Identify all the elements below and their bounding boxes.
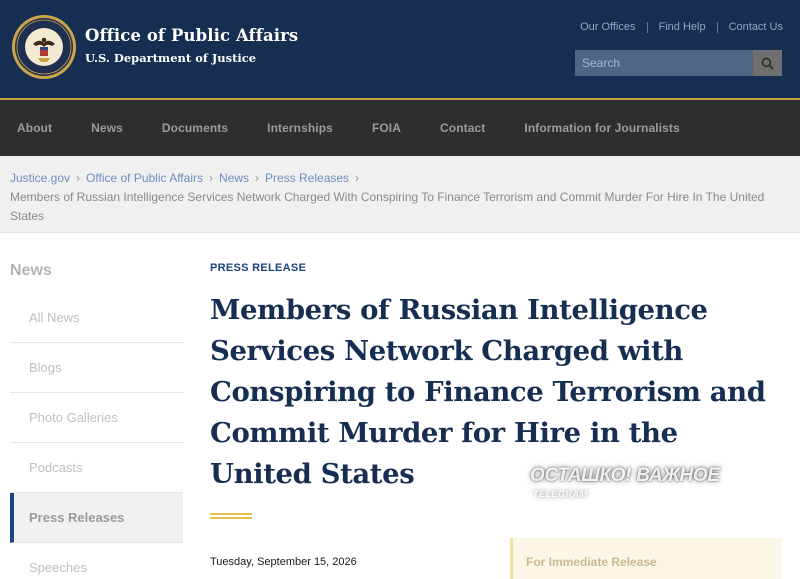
- site-title[interactable]: Office of Public Affairs: [85, 26, 298, 45]
- sidebar-menu: All News Blogs Photo Galleries Podcasts …: [10, 293, 183, 579]
- watermark-subtext: TELEGRAM: [533, 489, 588, 499]
- nav-item-news[interactable]: News: [91, 121, 123, 135]
- divider: [646, 21, 648, 33]
- nav-item-documents[interactable]: Documents: [162, 121, 228, 135]
- site-header: Office of Public Affairs U.S. Department…: [0, 0, 800, 98]
- utility-links: Our Offices Find Help Contact Us: [580, 21, 783, 33]
- sidebar-item-podcasts[interactable]: Podcasts: [10, 443, 183, 493]
- chevron-right-icon: ›: [355, 171, 360, 185]
- breadcrumb: Justice.gov › Office of Public Affairs › New…: [0, 156, 800, 233]
- sidebar-item-press-releases[interactable]: Press Releases: [10, 493, 183, 543]
- nav-item-about[interactable]: About: [17, 121, 52, 135]
- release-status-label: For Immediate Release: [526, 555, 657, 569]
- breadcrumb-link-press-releases[interactable]: Press Releases: [265, 171, 349, 185]
- chevron-right-icon: ›: [76, 171, 81, 185]
- search-button[interactable]: [753, 50, 782, 76]
- publish-date: Tuesday, September 15, 2026: [210, 556, 357, 568]
- contact-us-link[interactable]: Contact Us: [729, 21, 783, 33]
- nav-item-journalists[interactable]: Information for Journalists: [524, 121, 679, 135]
- divider: [716, 21, 718, 33]
- breadcrumb-link-opa[interactable]: Office of Public Affairs: [86, 171, 203, 185]
- chevron-right-icon: ›: [255, 171, 259, 185]
- release-status-box: For Immediate Release: [510, 538, 782, 579]
- find-help-link[interactable]: Find Help: [659, 21, 706, 33]
- sidebar-title: News: [10, 262, 52, 279]
- search-icon: [761, 57, 774, 70]
- nav-item-foia[interactable]: FOIA: [372, 121, 401, 135]
- main-nav: About News Documents Internships FOIA Co…: [0, 100, 800, 156]
- our-offices-link[interactable]: Our Offices: [580, 21, 635, 33]
- site-subtitle: U.S. Department of Justice: [85, 51, 257, 65]
- article-kicker: PRESS RELEASE: [210, 262, 307, 274]
- doj-seal-icon[interactable]: [11, 14, 77, 80]
- chevron-right-icon: ›: [208, 171, 213, 185]
- sidebar-item-all-news[interactable]: All News: [10, 293, 183, 343]
- search-input[interactable]: [575, 50, 753, 76]
- nav-item-internships[interactable]: Internships: [267, 121, 333, 135]
- sidebar-item-blogs[interactable]: Blogs: [10, 343, 183, 393]
- sidebar-item-speeches[interactable]: Speeches: [10, 543, 183, 579]
- channel-watermark: ОСТАШКО! ВАЖНОЕ TELEGRAM: [524, 459, 754, 505]
- title-divider: [210, 513, 252, 519]
- nav-item-contact[interactable]: Contact: [440, 121, 485, 135]
- sidebar-item-photo-galleries[interactable]: Photo Galleries: [10, 393, 183, 443]
- breadcrumb-link-news[interactable]: News: [219, 171, 249, 185]
- watermark-text: ОСТАШКО! ВАЖНОЕ: [530, 465, 720, 486]
- breadcrumb-current: Members of Russian Intelligence Services…: [10, 190, 765, 223]
- breadcrumb-link-justice[interactable]: Justice.gov: [10, 171, 70, 185]
